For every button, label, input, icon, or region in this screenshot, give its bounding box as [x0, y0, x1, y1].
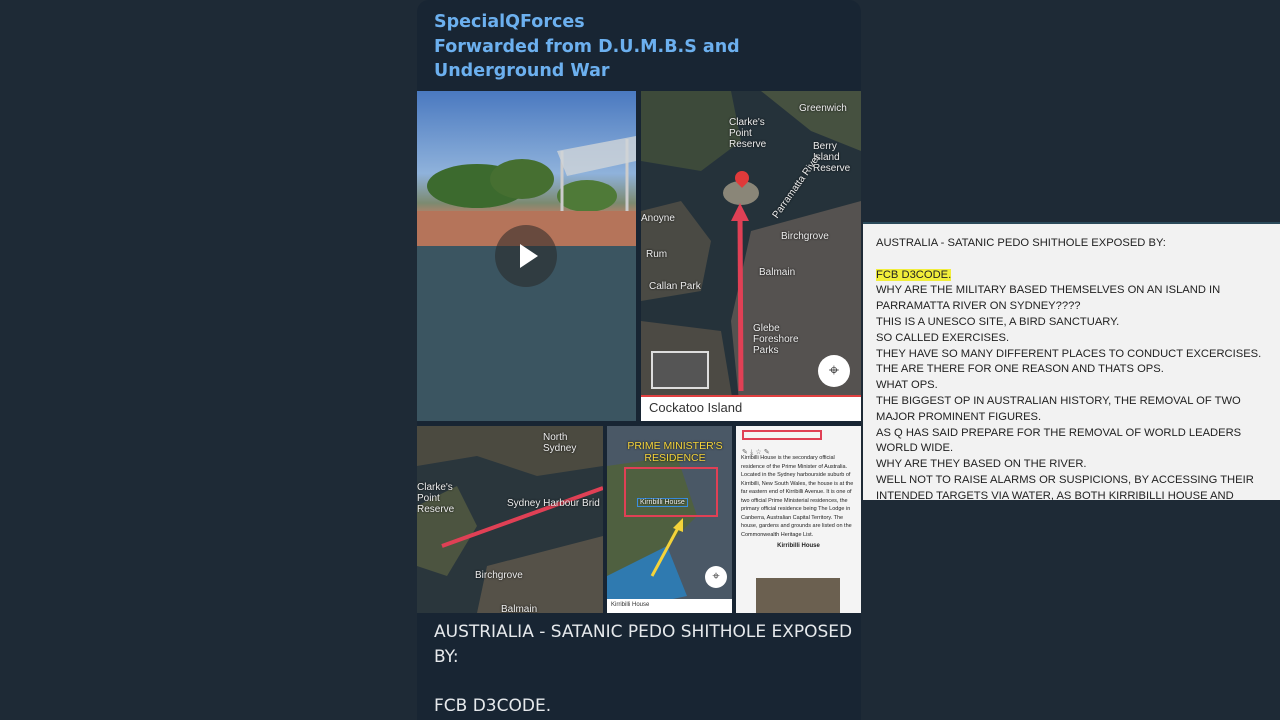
- map-label: Anoyne: [641, 213, 675, 224]
- map-label: Callan Park: [649, 281, 701, 292]
- panel-line: THE ARE THERE FOR ONE REASON AND THATS O…: [876, 363, 1164, 376]
- video-thumbnail[interactable]: [417, 91, 636, 421]
- my-location-icon[interactable]: ⌖: [818, 355, 850, 387]
- play-icon[interactable]: [495, 225, 557, 287]
- panel-line: THIS IS A UNESCO SITE, A BIRD SANCTUARY.: [876, 315, 1120, 328]
- panel-line: WHAT OPS.: [876, 379, 938, 392]
- map-label: Birchgrove: [475, 570, 523, 581]
- channel-name[interactable]: SpecialQForces: [434, 10, 844, 35]
- media-album: Greenwich Clarke's Point Reserve Berry I…: [417, 91, 861, 613]
- panel-text: AUSTRALIA - SATANIC PEDO SHITHOLE EXPOSE…: [863, 224, 1280, 500]
- caption-line: FCB D3CODE.: [434, 695, 552, 716]
- map-label: Balmain: [759, 267, 796, 278]
- panel-line: THE BIGGEST OP IN AUSTRALIAN HISTORY, TH…: [876, 394, 1244, 423]
- map-label: Balmain: [501, 604, 538, 613]
- caption-line: AUSTRIALIA - SATANIC PEDO SHITHOLE EXPOS…: [434, 622, 853, 667]
- map-label: North Sydney: [543, 432, 577, 454]
- forwarded-from[interactable]: Forwarded from D.U.M.B.S and Underground…: [434, 35, 844, 84]
- map-label: Clarke's Point Reserve: [729, 117, 767, 150]
- panel-line: SO CALLED EXERCISES.: [876, 331, 1010, 344]
- map-label: Greenwich: [799, 103, 847, 114]
- highlight-box: [742, 430, 822, 440]
- place-name-box: Kirribilli House: [607, 599, 732, 613]
- wiki-house-image: [756, 578, 840, 613]
- map-label: Clarke's Point Reserve: [417, 482, 455, 515]
- text-overlay-panel: AUSTRALIA - SATANIC PEDO SHITHOLE EXPOSE…: [863, 222, 1280, 500]
- panel-line: WELL NOT TO RAISE ALARMS OR SUSPICIONS, …: [876, 473, 1257, 500]
- my-location-icon[interactable]: ⌖: [705, 566, 727, 588]
- message-bubble: SpecialQForces Forwarded from D.U.M.B.S …: [417, 0, 861, 720]
- message-header: SpecialQForces Forwarded from D.U.M.B.S …: [417, 0, 861, 92]
- map-image-harbour[interactable]: North Sydney Clarke's Point Reserve Sydn…: [417, 426, 603, 613]
- street-view-thumbnail[interactable]: [651, 351, 709, 389]
- map-label: Kirribilli House: [637, 498, 688, 507]
- wiki-image-caption: Kirribilli House: [777, 543, 820, 549]
- wiki-text: Kirribilli House is the secondary offici…: [741, 455, 854, 538]
- map-label: Birchgrove: [781, 231, 829, 242]
- place-name-box: Cockatoo Island: [641, 395, 861, 421]
- panel-line: WHY ARE THE MILITARY BASED THEMSELVES ON…: [876, 284, 1224, 313]
- map-image-cockatoo[interactable]: Greenwich Clarke's Point Reserve Berry I…: [641, 91, 861, 421]
- wiki-toolbar-icons: ✎ ⤓ ☆ ✎: [742, 448, 770, 456]
- map-label: Sydney Harbour Brid: [507, 498, 600, 509]
- panel-line: AS Q HAS SAID PREPARE FOR THE REMOVAL OF…: [876, 426, 1245, 455]
- panel-line: THEY HAVE SO MANY DIFFERENT PLACES TO CO…: [876, 347, 1262, 360]
- map-label: Rum: [646, 249, 668, 260]
- panel-title: AUSTRALIA - SATANIC PEDO SHITHOLE EXPOSE…: [876, 237, 1166, 249]
- panel-line: WHY ARE THEY BASED ON THE RIVER.: [876, 458, 1087, 471]
- message-caption: AUSTRIALIA - SATANIC PEDO SHITHOLE EXPOS…: [434, 620, 854, 718]
- map-image-kirribilli[interactable]: PRIME MINISTER'S RESIDENCE Kirribilli Ho…: [607, 426, 732, 613]
- wikipedia-screenshot[interactable]: ✎ ⤓ ☆ ✎ Kirribilli House is the secondar…: [736, 426, 861, 613]
- highlighted-author: FCB D3CODE.: [876, 268, 952, 281]
- map-annotation-title: PRIME MINISTER'S RESIDENCE: [627, 440, 723, 464]
- map-label: Glebe Foreshore Parks: [753, 323, 799, 356]
